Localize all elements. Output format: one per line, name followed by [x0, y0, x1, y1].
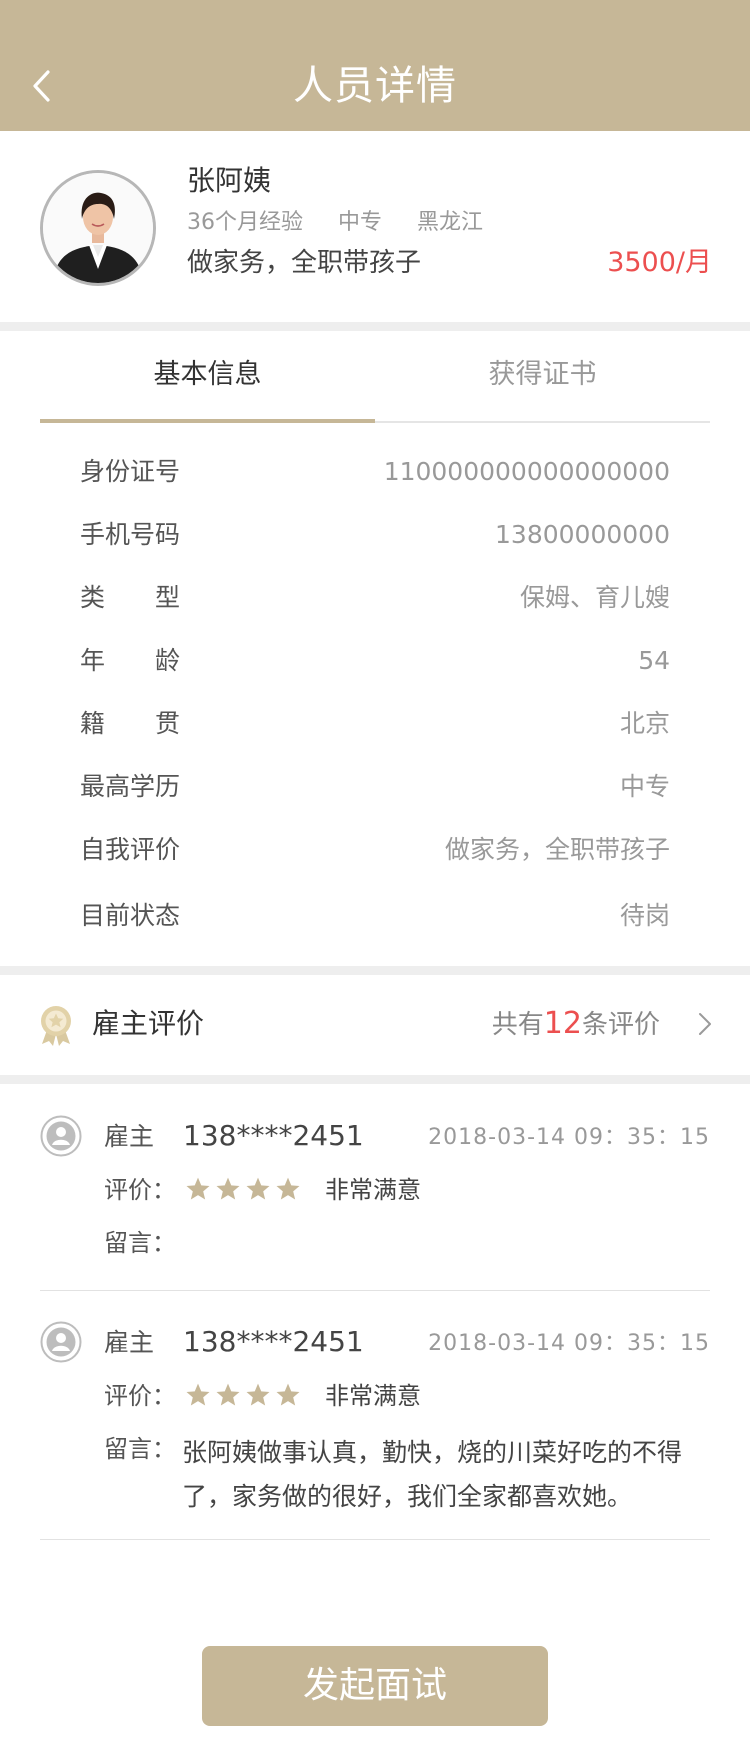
hometown-text: 黑龙江: [417, 210, 484, 235]
reviewer-role: 雇主: [104, 1122, 155, 1151]
worker-name: 张阿姨: [187, 164, 272, 197]
section-divider: [0, 966, 750, 975]
info-label: 身份证号: [80, 457, 181, 486]
reviews-title: 雇主评价: [92, 1007, 205, 1040]
reviews-count-prefix: 共有: [491, 1010, 544, 1040]
info-row-education: 最高学历 中专: [80, 767, 670, 807]
info-row-status: 目前状态 待岗: [80, 896, 670, 936]
info-label: 目前状态: [80, 901, 181, 930]
chevron-right-icon: [699, 1013, 711, 1035]
person-photo-icon: [43, 173, 153, 283]
message-label: 留言：: [104, 1435, 176, 1463]
info-row-age: 年 龄 54: [80, 641, 670, 681]
review-divider: [40, 1290, 710, 1291]
start-interview-button[interactable]: 发起面试: [202, 1646, 548, 1726]
message-label: 留言：: [104, 1229, 176, 1257]
review-item: 雇主 138****2451 2018-03-14 09：35：15 评价： 非…: [40, 1321, 710, 1521]
user-avatar-icon: [40, 1115, 82, 1157]
star-icon: [246, 1177, 270, 1200]
experience-text: 36个月经验: [187, 210, 303, 235]
info-row-self-evaluation: 自我评价 做家务，全职带孩子: [80, 830, 670, 870]
salary-text: 3500/月: [607, 247, 712, 278]
info-value: 110000000000000000: [383, 457, 670, 486]
reviewer-phone: 138****2451: [183, 1325, 364, 1358]
info-value: 待岗: [619, 901, 670, 930]
review-time: 2018-03-14 09：35：15: [428, 1125, 710, 1150]
user-avatar-icon: [40, 1321, 82, 1363]
star-icon: [216, 1177, 240, 1200]
avatar: [40, 170, 156, 286]
info-value: 中专: [619, 772, 670, 801]
education-text: 中专: [338, 210, 383, 235]
rating-stars: [185, 1176, 305, 1204]
app-header: 人员详情: [0, 0, 750, 131]
reviews-count-number: 12: [543, 1006, 582, 1041]
star-icon: [186, 1383, 210, 1406]
rating-text: 非常满意: [325, 1176, 421, 1204]
info-value: 13800000000: [495, 520, 670, 549]
rating-label: 评价：: [104, 1176, 176, 1204]
tab-bar: 基本信息 获得证书: [40, 331, 710, 423]
star-icon: [216, 1383, 240, 1406]
tab-certificates[interactable]: 获得证书: [375, 331, 710, 421]
info-row-type: 类 型 保姆、育儿嫂: [80, 578, 670, 618]
info-value: 北京: [619, 709, 670, 738]
review-divider: [40, 1539, 710, 1540]
info-row-id-number: 身份证号 110000000000000000: [80, 452, 670, 492]
reviews-count: 共有12条评价: [492, 1004, 660, 1045]
active-tab-indicator: [40, 419, 375, 423]
rating-text: 非常满意: [325, 1382, 421, 1410]
star-icon: [276, 1177, 300, 1200]
info-value: 做家务，全职带孩子: [444, 835, 670, 864]
section-divider: [0, 322, 750, 331]
info-row-phone: 手机号码 13800000000: [80, 515, 670, 555]
star-icon: [276, 1383, 300, 1406]
info-row-native-place: 籍 贯 北京: [80, 704, 670, 744]
skills-text: 做家务，全职带孩子: [187, 248, 422, 278]
tab-basic-info[interactable]: 基本信息: [40, 331, 375, 421]
info-value: 54: [638, 646, 670, 675]
profile-card: 张阿姨 36个月经验 中专 黑龙江 做家务，全职带孩子 3500/月: [0, 131, 750, 322]
reviewer-phone: 138****2451: [183, 1119, 364, 1152]
info-value: 保姆、育儿嫂: [519, 583, 670, 612]
info-label: 年 龄: [80, 646, 181, 675]
review-item: 雇主 138****2451 2018-03-14 09：35：15 评价： 非…: [40, 1115, 710, 1265]
star-icon: [186, 1177, 210, 1200]
review-time: 2018-03-14 09：35：15: [428, 1331, 710, 1356]
info-label: 手机号码: [80, 520, 181, 549]
info-label: 自我评价: [80, 835, 181, 864]
medal-icon: [41, 1006, 71, 1046]
message-text: 张阿姨做事认真，勤快，烧的川菜好吃的不得了，家务做的很好，我们全家都喜欢她。: [182, 1438, 683, 1511]
star-icon: [246, 1383, 270, 1406]
info-label: 最高学历: [80, 772, 181, 801]
reviewer-role: 雇主: [104, 1328, 155, 1357]
rating-label: 评价：: [104, 1382, 176, 1410]
page-title: 人员详情: [293, 63, 457, 109]
worker-meta: 36个月经验 中专 黑龙江: [187, 207, 511, 239]
section-divider: [0, 1075, 750, 1084]
rating-stars: [185, 1382, 305, 1410]
info-label: 籍 贯: [80, 709, 181, 738]
reviews-count-suffix: 条评价: [581, 1010, 660, 1040]
employer-reviews-link[interactable]: 雇主评价 共有12条评价: [0, 975, 750, 1075]
info-label: 类 型: [80, 583, 181, 612]
